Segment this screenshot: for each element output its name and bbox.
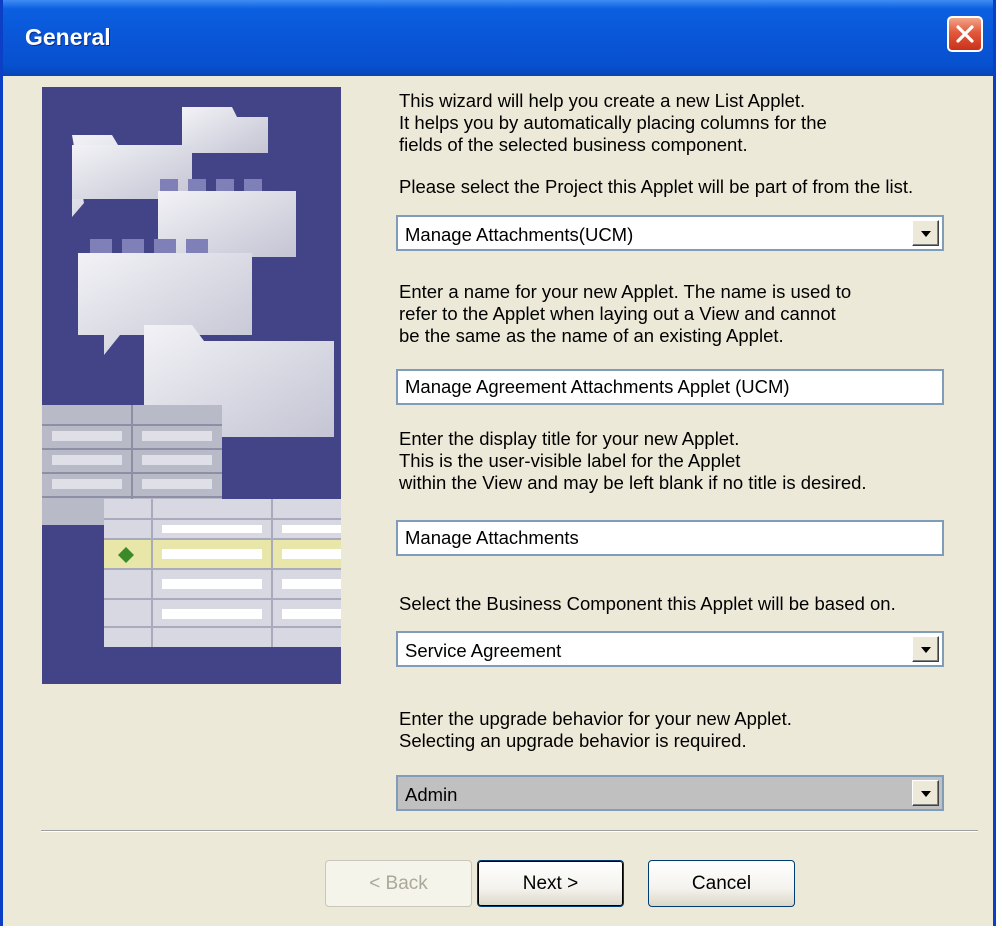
chevron-down-icon xyxy=(921,231,931,237)
close-button[interactable] xyxy=(947,16,983,52)
title-bar[interactable]: General xyxy=(3,0,993,76)
folders-illustration-graphic xyxy=(42,107,341,647)
upgrade-instructions: Enter the upgrade behavior for your new … xyxy=(399,708,792,751)
project-dropdown-button[interactable] xyxy=(912,220,939,246)
business-component-dropdown-button[interactable] xyxy=(912,636,939,662)
upgrade-behavior-dropdown[interactable]: Admin xyxy=(396,775,944,811)
project-prompt: Please select the Project this Applet wi… xyxy=(399,176,914,197)
applet-name-input[interactable] xyxy=(396,369,944,405)
next-button[interactable]: Next > xyxy=(477,860,624,907)
close-icon xyxy=(956,25,974,43)
wizard-dialog: General This wizard will help you create… xyxy=(0,0,996,926)
display-title-input[interactable] xyxy=(396,520,944,556)
business-component-prompt: Select the Business Component this Apple… xyxy=(399,593,896,614)
upgrade-behavior-dropdown-button[interactable] xyxy=(912,780,939,806)
project-selected-value: Manage Attachments(UCM) xyxy=(405,224,634,245)
chevron-down-icon xyxy=(921,647,931,653)
window-title: General xyxy=(25,24,111,50)
name-instructions: Enter a name for your new Applet. The na… xyxy=(399,281,852,346)
upgrade-behavior-selected-value: Admin xyxy=(405,784,458,805)
wizard-illustration xyxy=(42,87,341,684)
business-component-dropdown[interactable]: Service Agreement xyxy=(396,631,944,667)
title-instructions: Enter the display title for your new App… xyxy=(399,428,867,493)
back-button[interactable]: < Back xyxy=(325,860,472,907)
dialog-body: This wizard will help you create a new L… xyxy=(3,76,993,926)
project-dropdown[interactable]: Manage Attachments(UCM) xyxy=(396,215,944,251)
chevron-down-icon xyxy=(921,791,931,797)
intro-text: This wizard will help you create a new L… xyxy=(399,90,827,155)
business-component-selected-value: Service Agreement xyxy=(405,640,562,661)
button-separator xyxy=(41,830,978,832)
cancel-button[interactable]: Cancel xyxy=(648,860,795,907)
